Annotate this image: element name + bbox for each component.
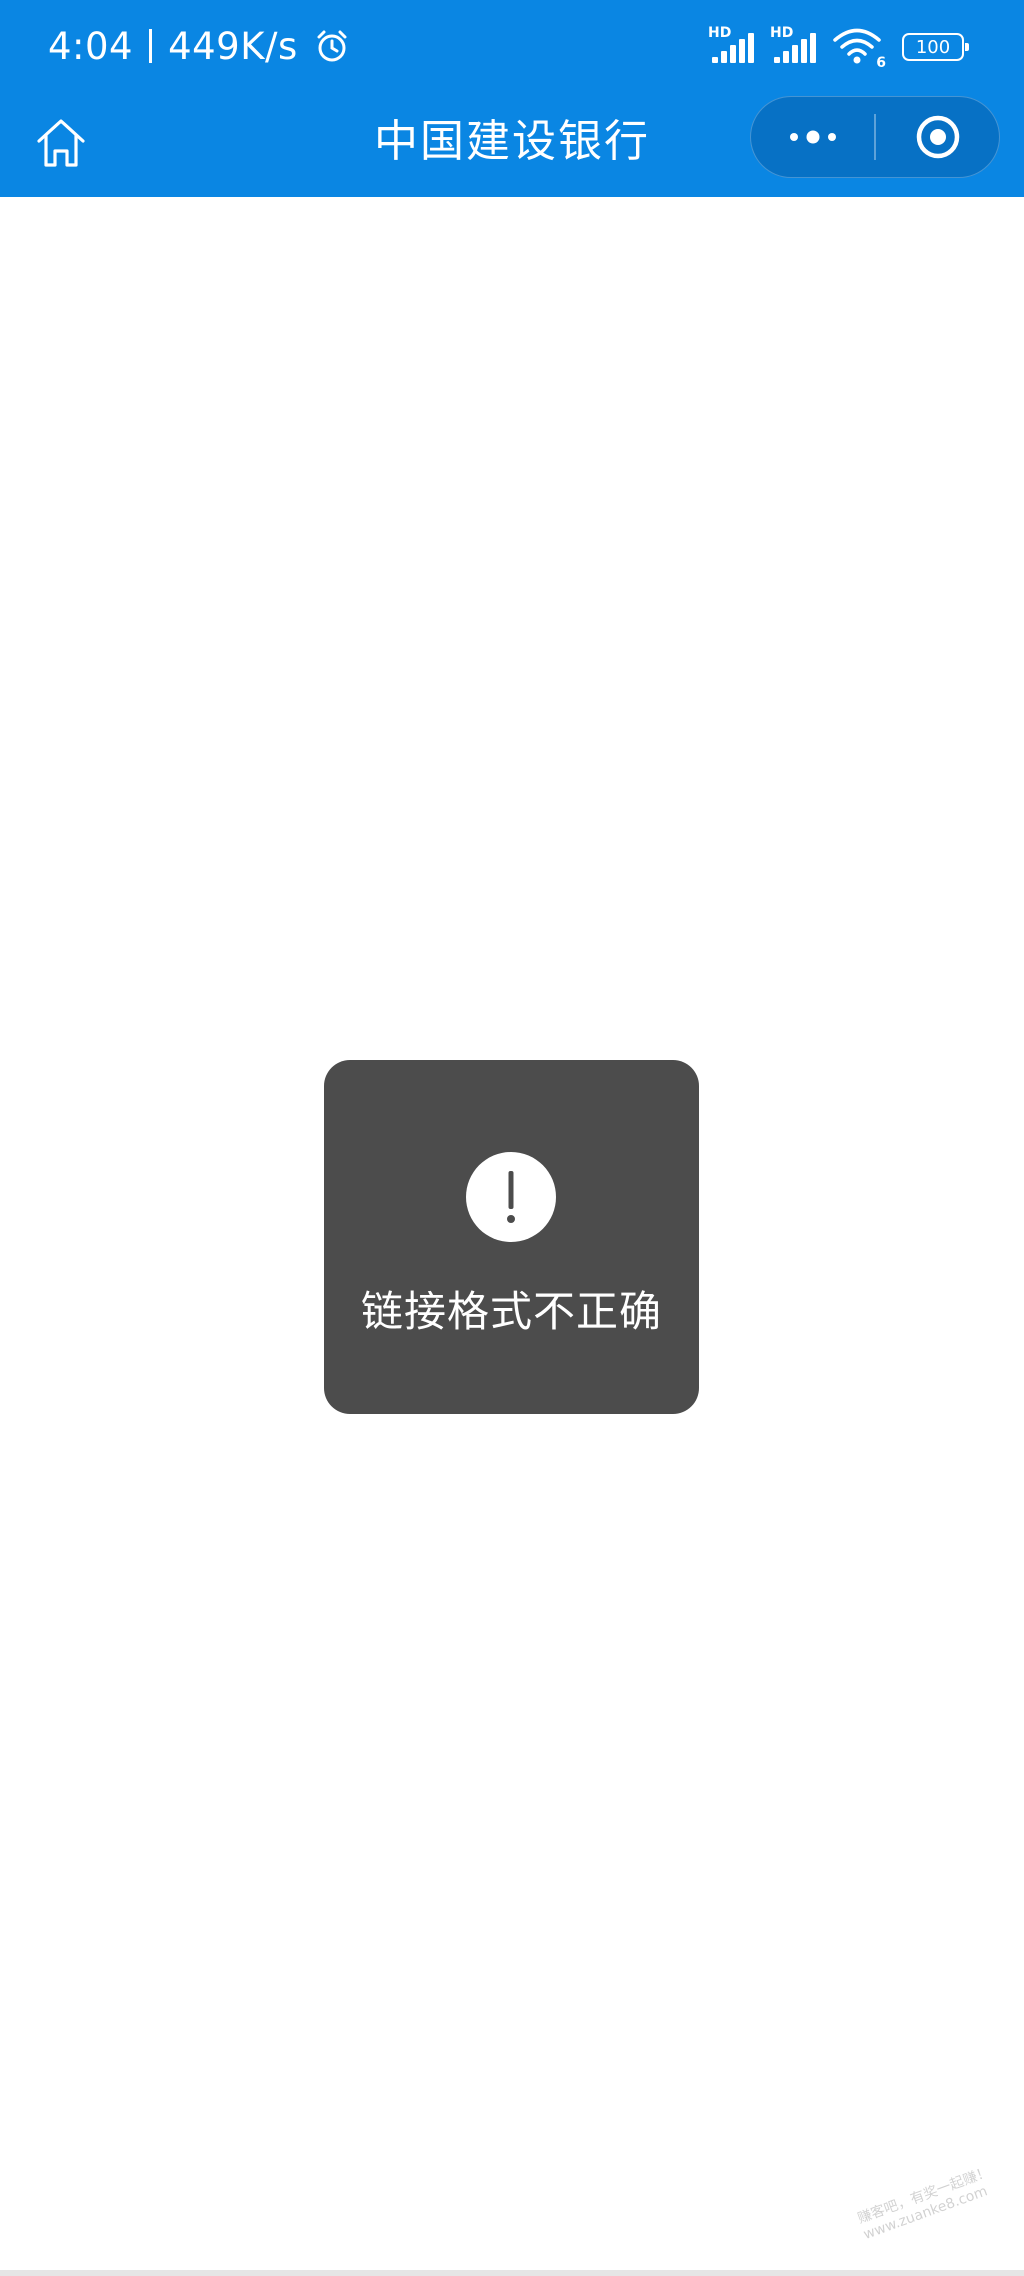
error-toast: 链接格式不正确 [324, 1060, 699, 1414]
top-bar: 4:04 449K/s HD HD 6 100 中国建设银行 [0, 0, 1024, 197]
cellular-signal-icon-2: HD [770, 25, 818, 67]
mini-program-capsule [750, 96, 1000, 178]
battery-level: 100 [915, 36, 951, 58]
exclamation-icon [466, 1152, 556, 1242]
home-button[interactable] [28, 110, 94, 176]
target-close-icon [914, 113, 962, 161]
status-left: 4:04 449K/s [48, 18, 350, 74]
more-button[interactable] [751, 97, 874, 177]
cellular-signal-icon-1: HD [708, 25, 756, 67]
status-separator [149, 29, 153, 63]
hd-label-1: HD [708, 25, 732, 41]
status-time: 4:04 [48, 24, 134, 68]
home-icon [35, 117, 87, 169]
more-dots-icon [788, 130, 838, 144]
hd-label-2: HD [770, 25, 794, 41]
status-right: HD HD 6 100 [708, 22, 969, 72]
wifi-icon: 6 [832, 27, 886, 71]
navigation-bar: 中国建设银行 [0, 92, 1024, 197]
battery-icon: 100 [902, 33, 969, 61]
network-speed: 449K/s [168, 24, 298, 68]
watermark: 赚客吧，有奖一起赚！ www.zuanke8.com [855, 2154, 1024, 2265]
bottom-edge [0, 2270, 1024, 2276]
page-title: 中国建设银行 [374, 116, 650, 167]
close-button[interactable] [876, 97, 999, 177]
status-bar: 4:04 449K/s HD HD 6 100 [0, 0, 1024, 92]
toast-message: 链接格式不正确 [360, 1287, 662, 1336]
wifi-label: 6 [876, 55, 886, 71]
alarm-clock-icon [314, 28, 350, 64]
